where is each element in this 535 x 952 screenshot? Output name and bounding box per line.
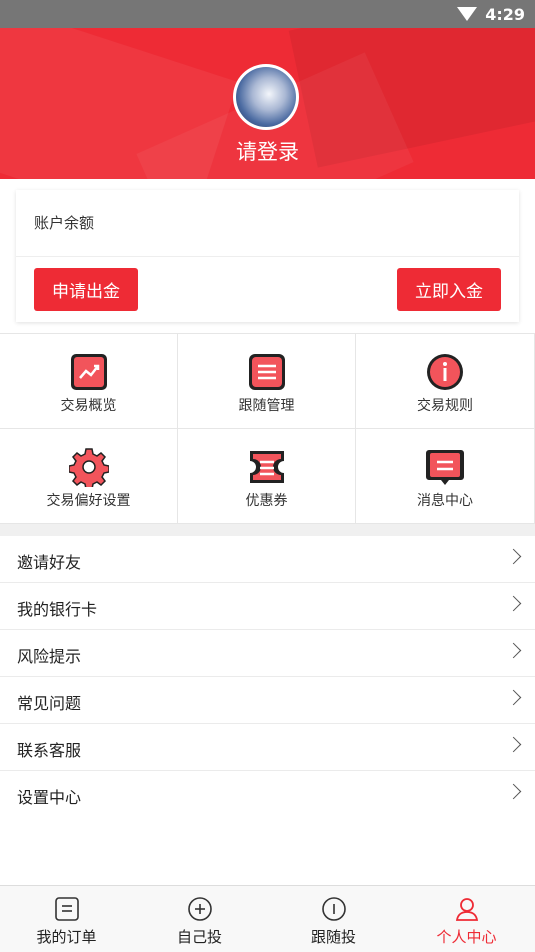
balance-card: 账户余额 申请出金 立即入金 bbox=[16, 190, 519, 322]
status-bar: 4:29 bbox=[0, 0, 535, 28]
chevron-right-icon bbox=[505, 595, 522, 612]
tab-follow-invest[interactable]: 跟随投 bbox=[267, 886, 400, 952]
message-icon bbox=[426, 450, 464, 485]
menu-item-bank-cards[interactable]: 我的银行卡 bbox=[0, 583, 535, 630]
list-document-icon bbox=[248, 354, 285, 390]
gear-icon bbox=[68, 448, 109, 487]
chevron-right-icon bbox=[505, 689, 522, 706]
grid-item-message-center[interactable]: 消息中心 bbox=[356, 429, 535, 524]
menu-item-settings[interactable]: 设置中心 bbox=[0, 771, 535, 817]
withdraw-button[interactable]: 申请出金 bbox=[34, 268, 138, 311]
feature-grid: 交易概览 跟随管理 交易规则 交易偏好设置 优惠券 消息中心 bbox=[0, 333, 535, 525]
follow-circle-icon bbox=[321, 897, 346, 921]
menu-item-label: 我的银行卡 bbox=[17, 600, 98, 619]
bottom-tab-bar: 我的订单 自己投 跟随投 个人中心 bbox=[0, 885, 535, 952]
menu-item-label: 常见问题 bbox=[17, 694, 82, 713]
grid-item-follow-management[interactable]: 跟随管理 bbox=[178, 334, 356, 429]
chevron-right-icon bbox=[505, 736, 522, 753]
coupon-icon bbox=[249, 451, 284, 483]
chevron-right-icon bbox=[505, 548, 522, 565]
avatar[interactable] bbox=[233, 64, 299, 130]
status-time: 4:29 bbox=[485, 4, 525, 24]
order-list-icon bbox=[54, 897, 79, 921]
grid-item-coupons[interactable]: 优惠券 bbox=[178, 429, 356, 524]
grid-item-trade-rules[interactable]: 交易规则 bbox=[356, 334, 535, 429]
person-icon bbox=[455, 898, 478, 921]
avatar-image bbox=[236, 67, 296, 127]
chevron-right-icon bbox=[505, 642, 522, 659]
grid-item-label: 优惠券 bbox=[245, 493, 288, 509]
menu-item-label: 邀请好友 bbox=[17, 553, 82, 572]
menu-item-contact-support[interactable]: 联系客服 bbox=[0, 724, 535, 771]
tab-my-orders[interactable]: 我的订单 bbox=[0, 886, 133, 952]
divider bbox=[16, 256, 519, 257]
grid-item-trade-overview[interactable]: 交易概览 bbox=[0, 334, 178, 429]
menu-item-label: 设置中心 bbox=[17, 788, 82, 807]
grid-item-trade-preferences[interactable]: 交易偏好设置 bbox=[0, 429, 178, 524]
deposit-button[interactable]: 立即入金 bbox=[397, 268, 501, 311]
trend-chart-icon bbox=[70, 354, 107, 390]
menu-item-faq[interactable]: 常见问题 bbox=[0, 677, 535, 724]
grid-item-label: 交易偏好设置 bbox=[46, 493, 131, 509]
menu-list: 邀请好友 我的银行卡 风险提示 常见问题 联系客服 设置中心 bbox=[0, 536, 535, 817]
tab-label: 个人中心 bbox=[436, 928, 497, 946]
menu-item-invite-friends[interactable]: 邀请好友 bbox=[0, 536, 535, 583]
grid-item-label: 交易概览 bbox=[60, 398, 117, 414]
tab-label: 自己投 bbox=[176, 928, 222, 946]
menu-item-risk-warning[interactable]: 风险提示 bbox=[0, 630, 535, 677]
wifi-icon bbox=[457, 7, 478, 21]
info-icon bbox=[427, 354, 463, 390]
grid-item-label: 消息中心 bbox=[417, 493, 473, 509]
plus-circle-icon bbox=[187, 897, 212, 921]
chevron-right-icon bbox=[505, 783, 522, 800]
menu-item-label: 联系客服 bbox=[17, 741, 82, 760]
tab-personal-center[interactable]: 个人中心 bbox=[400, 886, 533, 952]
menu-item-label: 风险提示 bbox=[17, 647, 82, 666]
login-link[interactable]: 请登录 bbox=[0, 136, 535, 166]
balance-label: 账户余额 bbox=[34, 214, 95, 232]
profile-header: 请登录 bbox=[0, 28, 535, 179]
tab-label: 跟随投 bbox=[310, 928, 356, 946]
grid-item-label: 交易规则 bbox=[417, 398, 473, 414]
grid-item-label: 跟随管理 bbox=[238, 398, 295, 414]
tab-self-invest[interactable]: 自己投 bbox=[133, 886, 266, 952]
section-divider bbox=[0, 524, 535, 536]
tab-label: 我的订单 bbox=[36, 928, 97, 946]
